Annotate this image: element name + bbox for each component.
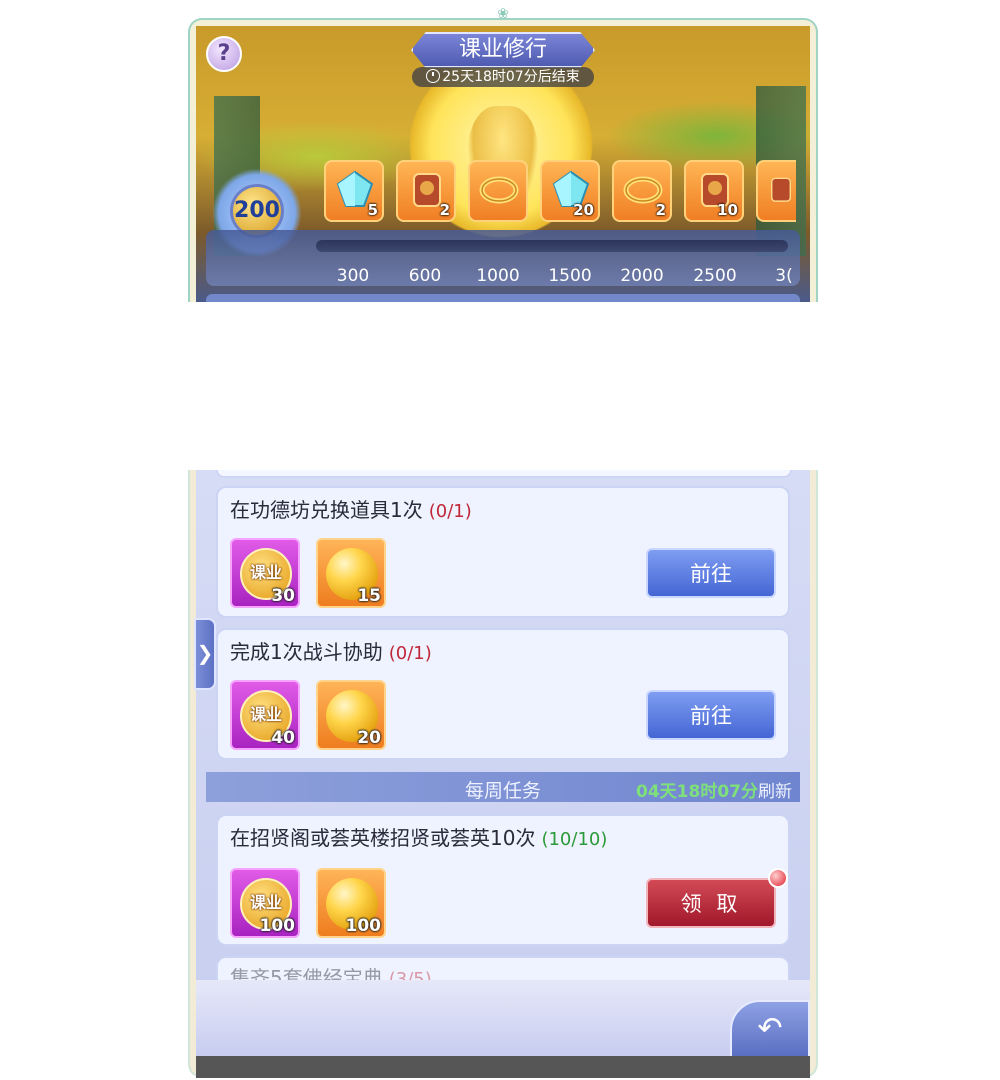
task-title-text: 在招贤阁或荟英楼招贤或荟英10次	[230, 826, 536, 850]
milestone-reward[interactable]: 2	[612, 160, 672, 222]
reward-qty: 40	[271, 728, 295, 748]
task-list[interactable]: 在功德坊兑换道具1次 (0/1) 课业 30 15 前往 完成1次战斗协助 (0/1…	[196, 470, 810, 982]
bracelet-icon	[479, 176, 519, 204]
task-title-text: 完成1次战斗协助	[230, 640, 383, 664]
reward-item[interactable]: 课业 40	[230, 680, 300, 750]
reward-qty: 2	[655, 201, 666, 219]
milestone-reward[interactable]: 5	[324, 160, 384, 222]
clock-icon	[426, 69, 441, 83]
weekly-tasks-header: 每周任务 04天18时07分刷新	[206, 772, 800, 802]
reward-item[interactable]: 课业 100	[230, 868, 300, 938]
task-card: 完成1次战斗协助 (0/1) 课业 40 20 前往	[216, 628, 790, 760]
event-timer: 25天18时07分后结束	[412, 67, 594, 87]
milestone-reward[interactable]: 10	[684, 160, 744, 222]
reward-qty: 100	[345, 916, 382, 936]
reward-item[interactable]: 15	[316, 538, 386, 608]
reward-qty: 30	[271, 586, 295, 606]
side-expand-tab[interactable]: ❯	[194, 618, 216, 690]
milestone-label: 300	[336, 266, 370, 286]
go-button[interactable]: 前往	[646, 548, 776, 598]
chevron-right-icon: ❯	[196, 641, 214, 665]
bottom-bar: ↶	[196, 980, 810, 1058]
task-card-previous-edge	[216, 470, 792, 478]
milestone-reward[interactable]	[756, 160, 796, 222]
reward-item[interactable]: 课业 30	[230, 538, 300, 608]
event-title: 课业修行	[411, 32, 595, 68]
reward-qty: 2	[439, 201, 450, 219]
task-title: 完成1次战斗协助 (0/1)	[230, 636, 432, 665]
milestone-label: 2500	[693, 266, 737, 286]
reward-qty: 15	[357, 586, 381, 606]
lotus-ornament-icon: ❀	[497, 6, 509, 22]
reward-item[interactable]: 100	[316, 868, 386, 938]
milestone-progress-bar	[316, 240, 788, 252]
milestone-reward[interactable]: 2	[396, 160, 456, 222]
reward-qty: 10	[717, 201, 738, 219]
milestone-label: 1000	[476, 266, 520, 286]
question-icon: ?	[217, 41, 231, 66]
weekly-refresh-time: 04天18时07分	[636, 782, 758, 802]
event-timer-text: 25天18时07分后结束	[442, 69, 580, 85]
reward-item[interactable]: 20	[316, 680, 386, 750]
task-title: 在招贤阁或荟英楼招贤或荟英10次 (10/10)	[230, 822, 607, 851]
milestone-label: 2000	[620, 266, 664, 286]
milestone-reward[interactable]	[468, 160, 528, 222]
help-button[interactable]: ?	[206, 36, 242, 72]
task-card-partial: 集齐5套佛经宝典 (3/5)	[216, 956, 790, 982]
go-button[interactable]: 前往	[646, 690, 776, 740]
milestone-label: 600	[408, 266, 442, 286]
event-banner: ? 课业修行 25天18时07分后结束 200 5 2 20 2 10 300 …	[196, 26, 810, 302]
milestone-label: 1500	[548, 266, 592, 286]
milestone-rewards: 5 2 20 2 10	[324, 160, 810, 226]
task-title: 在功德坊兑换道具1次 (0/1)	[230, 494, 472, 523]
milestone-label: 3(	[775, 266, 793, 286]
task-progress: (10/10)	[541, 829, 608, 850]
reward-qty: 20	[573, 201, 594, 219]
task-list-top-edge	[206, 294, 800, 302]
reward-qty: 20	[357, 728, 381, 748]
back-arrow-icon: ↶	[757, 1011, 783, 1046]
back-button[interactable]: ↶	[730, 1000, 810, 1058]
reward-qty: 100	[259, 916, 296, 936]
notification-dot-icon	[768, 868, 788, 888]
milestone-reward[interactable]: 20	[540, 160, 600, 222]
task-title-text: 在功德坊兑换道具1次	[230, 498, 423, 522]
task-progress: (0/1)	[388, 643, 432, 664]
weekly-refresh-timer: 04天18时07分刷新	[636, 777, 792, 802]
reward-qty: 5	[367, 201, 378, 219]
milestone-progress-panel: 300 600 1000 1500 2000 2500 3(	[206, 230, 800, 286]
claim-button[interactable]: 领 取	[646, 878, 776, 928]
task-progress: (0/1)	[428, 501, 472, 522]
task-card: 在功德坊兑换道具1次 (0/1) 课业 30 15 前往	[216, 486, 790, 618]
task-card: 在招贤阁或荟英楼招贤或荟英10次 (10/10) 课业 100 100 领 取	[216, 814, 790, 946]
weekly-refresh-suffix: 刷新	[758, 782, 792, 802]
token-icon	[771, 177, 791, 202]
footer-strip	[196, 1056, 810, 1078]
task-title: 集齐5套佛经宝典 (3/5)	[230, 962, 432, 982]
